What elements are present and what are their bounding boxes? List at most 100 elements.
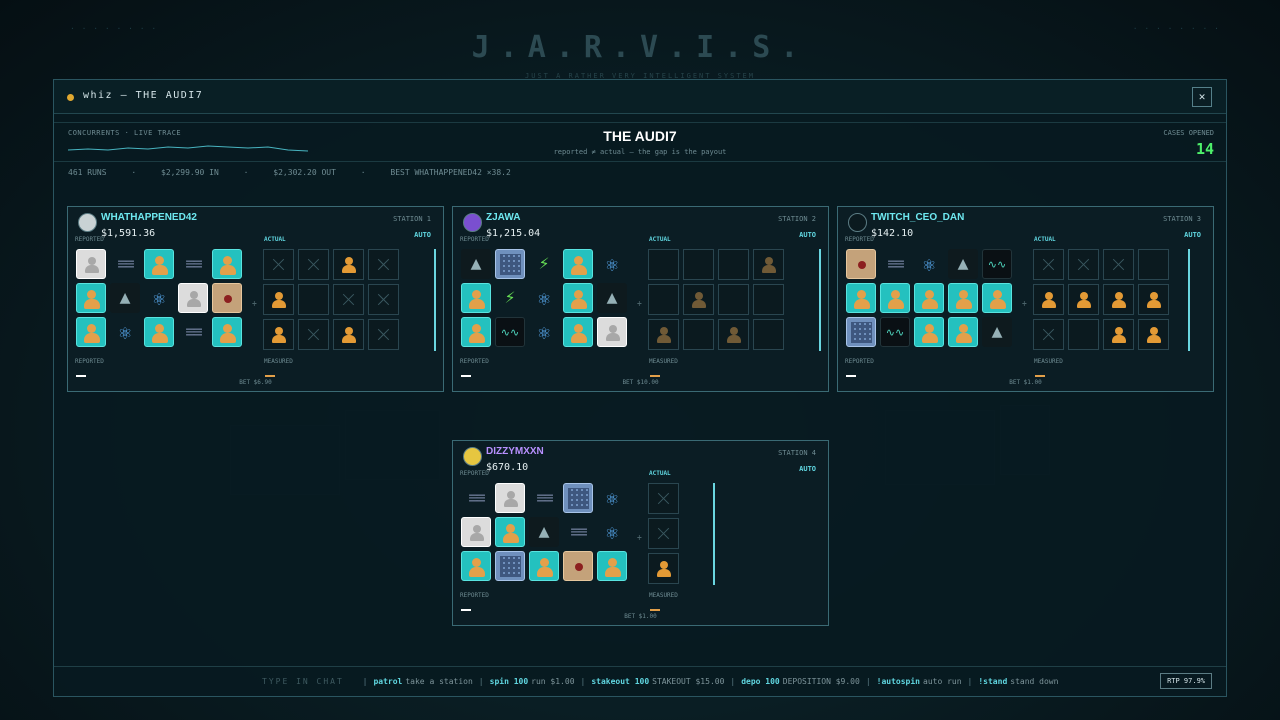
stack-symbol-icon: ≡≡ xyxy=(468,488,485,507)
actual-cell-empty xyxy=(718,249,749,280)
wave-symbol-icon: ∿∿ xyxy=(880,317,910,347)
face-symbol-icon xyxy=(563,249,593,279)
bet-amount: BET $10.00 xyxy=(622,379,659,386)
actual-cell-face-icon xyxy=(718,319,749,350)
chat-command-description: STAKEOUT $15.00 xyxy=(652,677,725,686)
actual-cell-empty xyxy=(753,284,784,315)
measured-indicator xyxy=(265,375,275,377)
auto-toggle[interactable]: AUTO xyxy=(1184,231,1201,239)
atom-symbol-icon: ⚛ xyxy=(537,286,551,310)
cases-opened-label: CASES OPENED xyxy=(1163,129,1214,137)
payout-gauge xyxy=(819,249,821,351)
face-symbol-icon xyxy=(461,283,491,313)
actual-cell-face-icon xyxy=(753,249,784,280)
atom-symbol-icon: ⚛ xyxy=(605,486,619,510)
actual-cell-blank xyxy=(718,483,749,514)
reported-footer-label: REPORTED xyxy=(460,358,489,365)
auto-toggle[interactable]: AUTO xyxy=(414,231,431,239)
hood-symbol-icon: ▲ xyxy=(982,317,1012,347)
measured-indicator xyxy=(650,609,660,611)
player-name: WHATHAPPENED42 xyxy=(101,212,197,223)
chat-command-description: DEPOSITION $9.00 xyxy=(782,677,860,686)
player-name: ZJAWA xyxy=(486,212,521,223)
actual-cell-blank xyxy=(753,483,784,514)
player-avatar xyxy=(848,213,867,232)
chat-command: stakeout 100 xyxy=(591,677,650,686)
measured-label: MEASURED xyxy=(264,358,293,365)
reported-indicator xyxy=(846,375,856,377)
divide-glyph: ÷ xyxy=(1022,299,1027,308)
actual-grid xyxy=(1033,249,1169,350)
grid-symbol-icon xyxy=(846,317,876,347)
cases-opened-value: 14 xyxy=(1195,140,1214,158)
doc-symbol-icon xyxy=(212,283,242,313)
station-number: STATION 1 xyxy=(393,215,431,223)
actual-cell-empty xyxy=(718,284,749,315)
stack-symbol-icon: ≡≡ xyxy=(117,254,134,273)
wave-symbol-icon: ∿∿ xyxy=(982,249,1012,279)
chat-command: spin 100 xyxy=(489,677,529,686)
hood-symbol-icon: ▲ xyxy=(461,249,491,279)
actual-cell-crossed xyxy=(263,249,294,280)
divide-glyph: ÷ xyxy=(637,299,642,308)
station-number: STATION 2 xyxy=(778,215,816,223)
actual-cell-crossed xyxy=(368,249,399,280)
reported-grid: ≡≡ ≡≡ ⚛ ▲ ≡≡ ⚛ xyxy=(461,483,627,581)
stack-symbol-icon: ≡≡ xyxy=(536,488,553,507)
actual-cell-empty xyxy=(1068,319,1099,350)
face-symbol-icon xyxy=(982,283,1012,313)
bolt-symbol-icon: ⚡ xyxy=(538,253,550,274)
actual-grid xyxy=(263,249,399,350)
audit-window: whiz — THE AUDI7 ✕ CONCURRENTS · LIVE TR… xyxy=(53,79,1227,697)
actual-cell-crossed xyxy=(298,249,329,280)
actual-label: ACTUAL xyxy=(1034,236,1056,243)
station-card: DIZZYMXXN STATION 4 $670.10 AUTO REPORTED ACT… xyxy=(452,440,829,626)
face-symbol-icon xyxy=(597,551,627,581)
station-card: TWITCH_CEO_DAN STATION 3 $142.10 AUTO REPORT… xyxy=(837,206,1214,392)
chat-command: depo 100 xyxy=(741,677,780,686)
actual-grid xyxy=(648,249,784,350)
actual-cell-blank xyxy=(753,553,784,584)
actual-cell-blank xyxy=(718,518,749,549)
chat-command: patrol xyxy=(373,677,403,686)
face-symbol-icon xyxy=(948,317,978,347)
face-symbol-icon xyxy=(563,283,593,313)
jarvis-brand-title: J.A.R.V.I.S. xyxy=(471,30,809,65)
auto-toggle[interactable]: AUTO xyxy=(799,231,816,239)
reported-label: REPORTED xyxy=(845,236,874,243)
reported-grid: ▲ ⚡ ⚛ ⚡ ⚛ ▲ ∿∿ ⚛ xyxy=(461,249,627,347)
face-symbol-icon xyxy=(880,283,910,313)
window-title: whiz — THE AUDI7 xyxy=(83,90,204,101)
face-symbol-icon xyxy=(563,317,593,347)
actual-cell-blank xyxy=(718,553,749,584)
player-balance: $142.10 xyxy=(871,228,914,239)
bet-amount: BET $1.00 xyxy=(1009,379,1042,386)
atom-symbol-icon: ⚛ xyxy=(118,320,132,344)
player-balance: $1,591.36 xyxy=(101,228,156,239)
auto-toggle[interactable]: AUTO xyxy=(799,465,816,473)
command-divider: | xyxy=(362,677,368,686)
actual-cell-crossed xyxy=(298,319,329,350)
runs-stat: 461 RUNS xyxy=(68,168,107,177)
face-symbol-icon xyxy=(76,283,106,313)
actual-cell-face-icon xyxy=(263,284,294,315)
hood-symbol-icon: ▲ xyxy=(597,283,627,313)
card-symbol-icon xyxy=(461,517,491,547)
reported-grid: ≡≡ ⚛ ▲ ∿∿ ∿∿ ▲ xyxy=(846,249,1012,347)
chat-command: !autospin xyxy=(876,677,920,686)
close-button[interactable]: ✕ xyxy=(1192,87,1212,107)
face-symbol-icon xyxy=(212,249,242,279)
face-symbol-icon xyxy=(76,317,106,347)
hood-symbol-icon: ▲ xyxy=(529,517,559,547)
face-symbol-icon xyxy=(914,283,944,313)
wave-symbol-icon: ∿∿ xyxy=(495,317,525,347)
actual-cell-crossed xyxy=(648,483,679,514)
reported-label: REPORTED xyxy=(460,470,489,477)
reported-footer-label: REPORTED xyxy=(845,358,874,365)
actual-cell-crossed xyxy=(1033,319,1064,350)
command-divider: | xyxy=(730,677,736,686)
actual-grid xyxy=(648,483,784,584)
actual-cell-face-icon xyxy=(1033,284,1064,315)
actual-cell-empty xyxy=(683,319,714,350)
actual-cell-empty xyxy=(1138,249,1169,280)
